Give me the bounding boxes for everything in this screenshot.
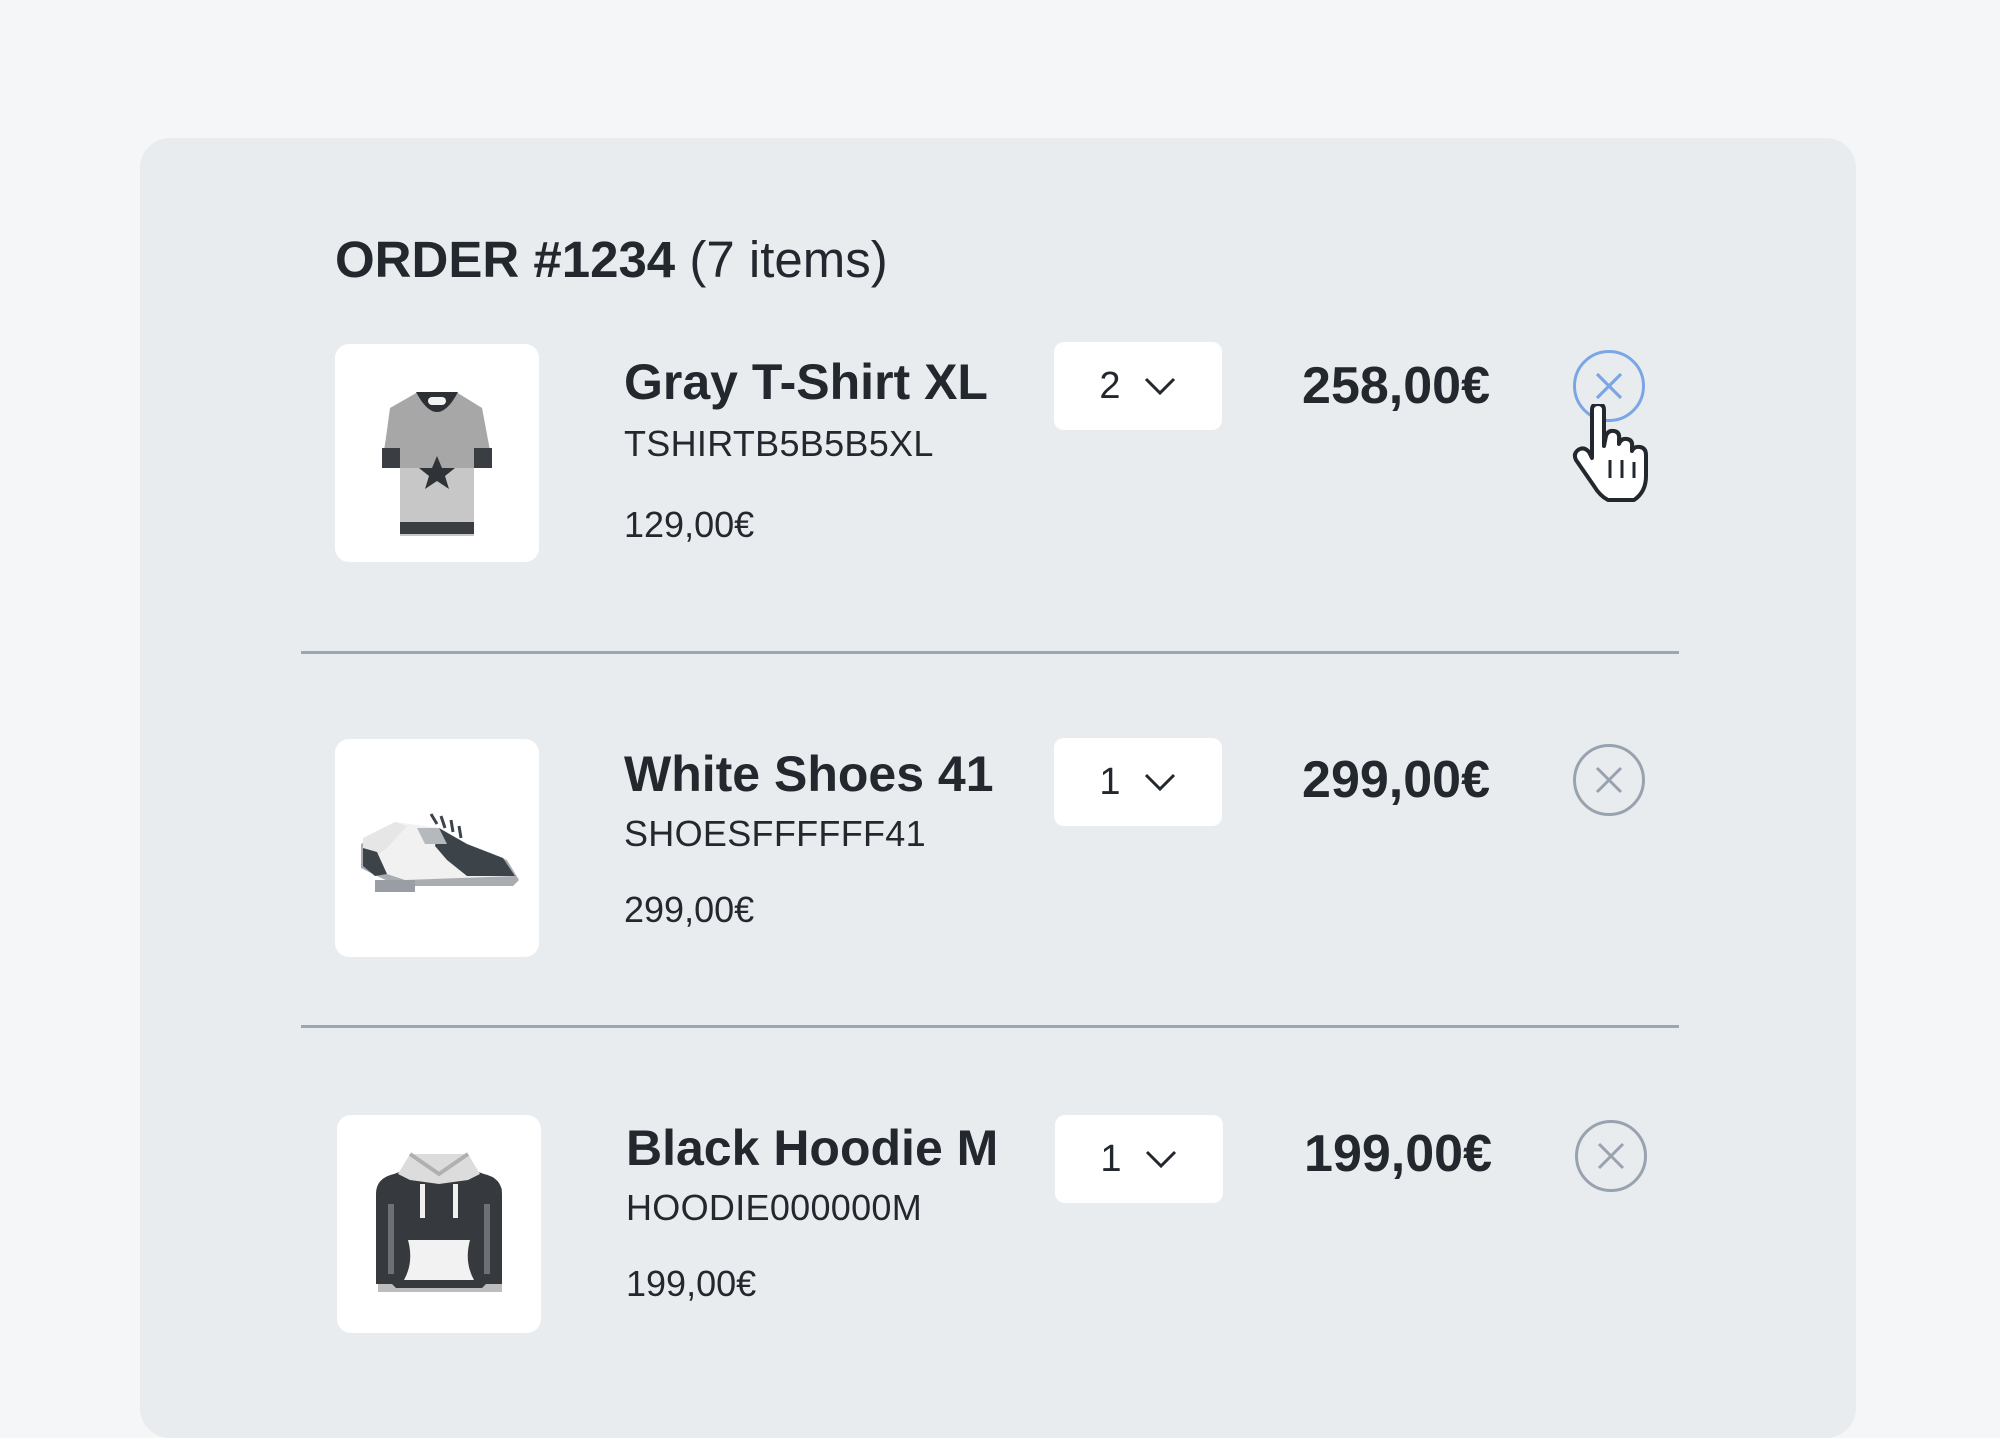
remove-item-button[interactable] bbox=[1573, 350, 1645, 422]
product-name[interactable]: Black Hoodie M bbox=[626, 1118, 998, 1178]
product-sku: SHOESFFFFFF41 bbox=[624, 813, 926, 854]
quantity-select[interactable]: 2 bbox=[1054, 342, 1222, 430]
order-item-row: Black Hoodie M HOODIE000000M 199,00€ 1 1… bbox=[300, 1110, 1680, 1340]
white-shoe-icon bbox=[361, 813, 519, 892]
line-total: 258,00€ bbox=[1302, 357, 1490, 415]
remove-item-button[interactable] bbox=[1575, 1120, 1647, 1192]
close-icon bbox=[1595, 372, 1623, 400]
order-item-row: White Shoes 41 SHOESFFFFFF41 299,00€ 1 2… bbox=[300, 736, 1680, 966]
unit-price: 129,00€ bbox=[624, 504, 755, 545]
quantity-value: 1 bbox=[1100, 1137, 1122, 1180]
item-divider bbox=[301, 651, 1679, 654]
remove-item-button[interactable] bbox=[1573, 744, 1645, 816]
gray-tshirt-icon bbox=[382, 392, 492, 536]
line-total: 199,00€ bbox=[1304, 1125, 1492, 1183]
product-thumbnail bbox=[337, 1115, 541, 1333]
product-sku: HOODIE000000M bbox=[626, 1187, 923, 1228]
black-hoodie-icon bbox=[376, 1152, 502, 1292]
quantity-select[interactable]: 1 bbox=[1054, 738, 1222, 826]
chevron-down-icon bbox=[1145, 1150, 1176, 1169]
product-thumbnail bbox=[335, 739, 539, 957]
unit-price: 299,00€ bbox=[624, 889, 755, 930]
line-total: 299,00€ bbox=[1302, 751, 1490, 809]
product-name[interactable]: White Shoes 41 bbox=[624, 744, 994, 804]
chevron-down-icon bbox=[1144, 377, 1175, 396]
product-thumbnail bbox=[335, 344, 539, 562]
quantity-value: 2 bbox=[1099, 364, 1121, 407]
order-number: ORDER #1234 bbox=[335, 231, 676, 288]
order-title: ORDER #1234 (7 items) bbox=[335, 226, 888, 294]
product-sku: TSHIRTB5B5B5XL bbox=[624, 423, 934, 464]
order-item-row: Gray T-Shirt XL TSHIRTB5B5B5XL 129,00€ 2… bbox=[300, 340, 1680, 570]
close-icon bbox=[1595, 766, 1623, 794]
quantity-value: 1 bbox=[1099, 760, 1121, 803]
unit-price: 199,00€ bbox=[626, 1263, 757, 1304]
close-icon bbox=[1597, 1142, 1625, 1170]
chevron-down-icon bbox=[1144, 773, 1175, 792]
order-item-count: (7 items) bbox=[675, 231, 888, 288]
product-name[interactable]: Gray T-Shirt XL bbox=[624, 352, 988, 412]
item-divider bbox=[301, 1025, 1679, 1028]
quantity-select[interactable]: 1 bbox=[1055, 1115, 1223, 1203]
